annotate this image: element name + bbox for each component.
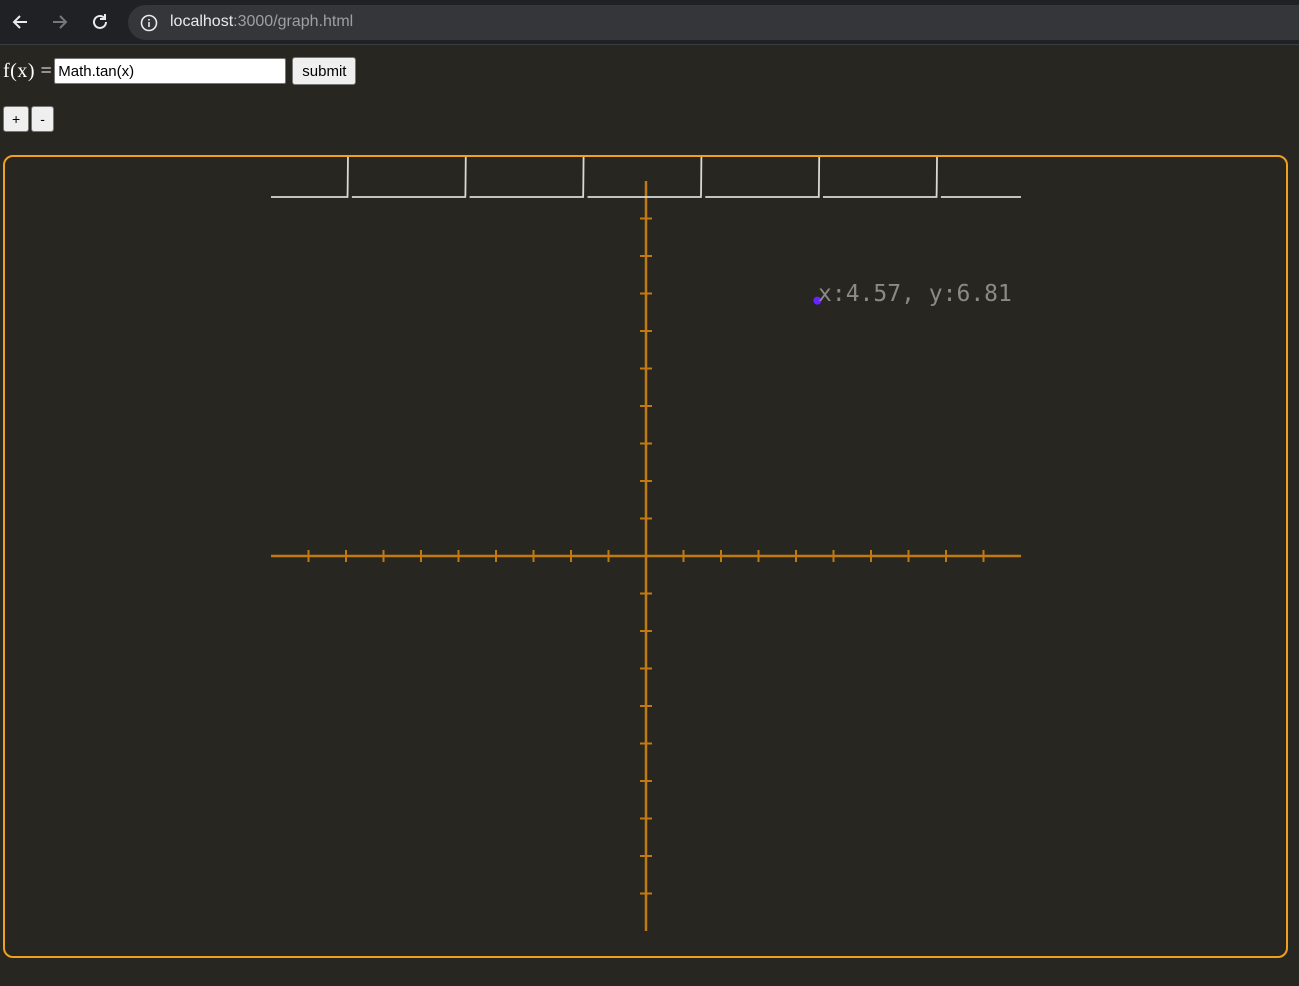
graph-canvas[interactable]: x:4.57, y:6.81	[3, 155, 1288, 958]
forward-arrow-icon[interactable]	[48, 10, 72, 34]
address-bar[interactable]: localhost:3000/graph.html	[128, 5, 1299, 40]
url-host: localhost	[170, 13, 234, 30]
url-path: :3000/graph.html	[233, 13, 354, 30]
function-input[interactable]	[54, 58, 287, 84]
zoom-out-button[interactable]: -	[31, 106, 54, 132]
back-arrow-icon[interactable]	[8, 10, 32, 34]
function-label: f(x) =	[3, 59, 53, 82]
toolbar-divider	[0, 44, 1299, 45]
info-icon[interactable]	[140, 14, 158, 32]
zoom-in-button[interactable]: +	[3, 106, 30, 132]
url-text: localhost:3000/graph.html	[170, 13, 353, 31]
reload-icon[interactable]	[88, 10, 112, 34]
browser-toolbar: localhost:3000/graph.html	[0, 0, 1299, 44]
zoom-controls: + -	[3, 106, 54, 132]
hover-coordinate-label: x:4.57, y:6.81	[818, 281, 1012, 307]
submit-button[interactable]: submit	[292, 57, 357, 85]
graph-svg[interactable]	[5, 157, 1286, 956]
formula-form: f(x) = submit	[3, 57, 357, 85]
